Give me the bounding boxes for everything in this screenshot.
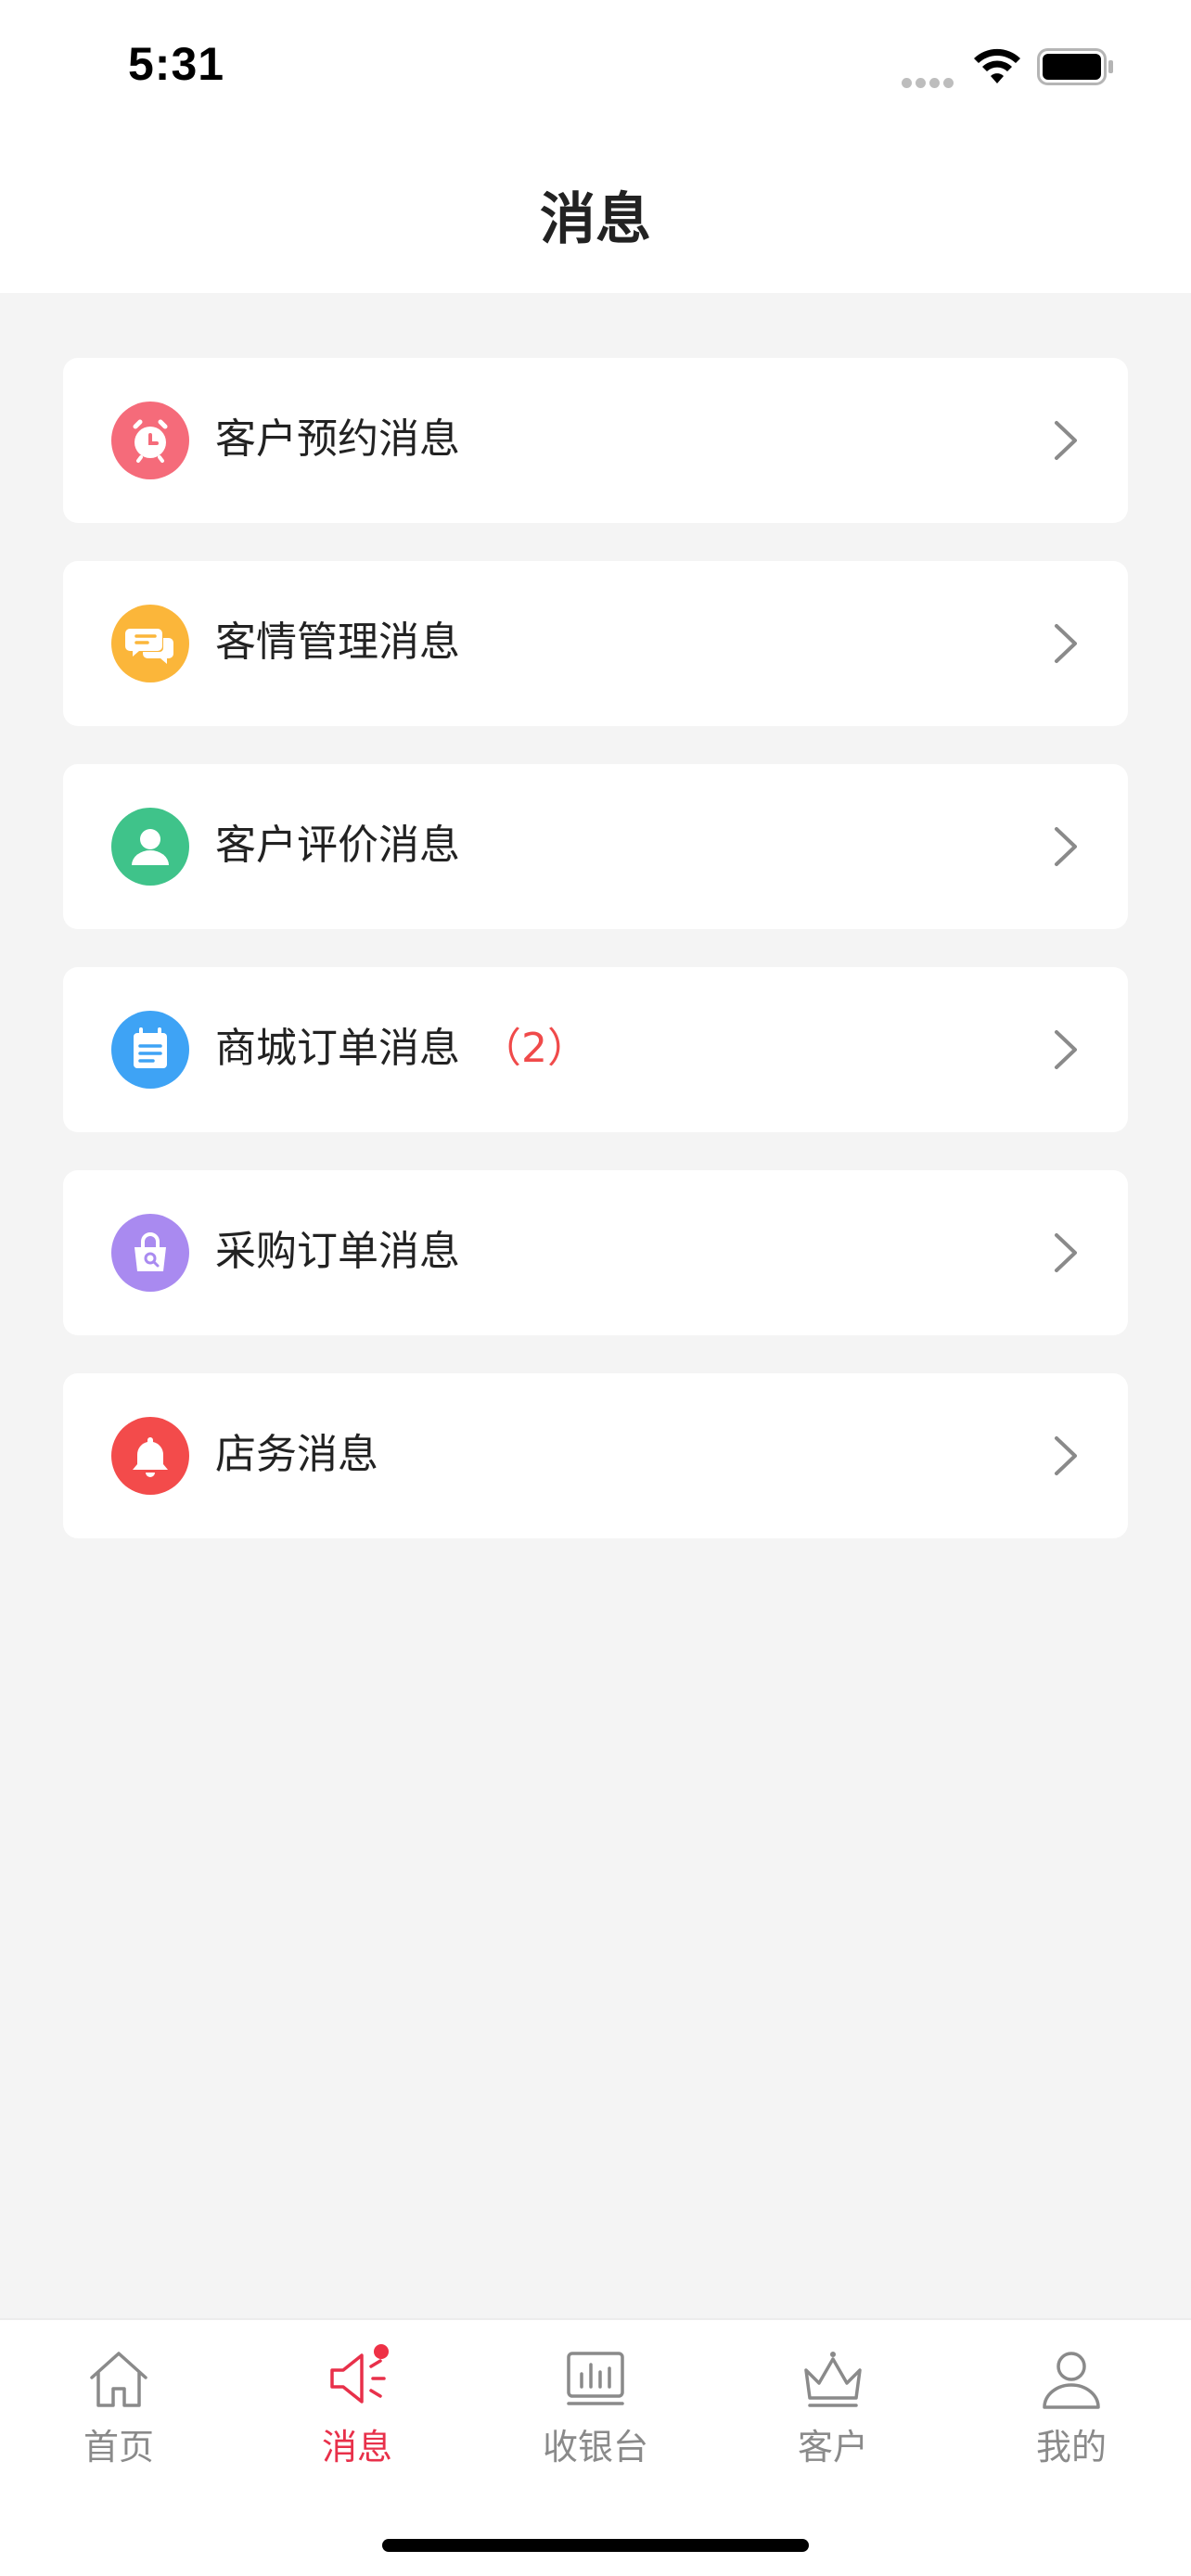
- message-list: 客户预约消息 客情管理消息 客户评价消息 商城订单消息 （2） 采购订单消息 店…: [63, 358, 1128, 1576]
- tab-label: 客户: [797, 2427, 868, 2468]
- tab-label: 首页: [83, 2427, 154, 2468]
- message-item-label: 商城订单消息 （2）: [215, 1025, 588, 1072]
- chevron-right-icon: [1055, 421, 1077, 460]
- bell-icon: [111, 1417, 189, 1495]
- alarm-clock-icon: [111, 402, 189, 479]
- messages-page: 5:31 消息 客户预约消息 客情管理消息 客户评价消息 商城订单消息 （2） …: [0, 0, 1191, 2576]
- page-title: 消息: [540, 187, 651, 252]
- tab-label: 收银台: [542, 2427, 648, 2468]
- chevron-right-icon: [1055, 1233, 1077, 1272]
- tab-label: 消息: [321, 2427, 392, 2468]
- profile-icon: [1043, 2352, 1100, 2409]
- order-notepad-icon: [111, 1011, 189, 1089]
- message-item-appointment[interactable]: 客户预约消息: [63, 358, 1128, 523]
- status-time: 5:31: [128, 38, 225, 90]
- message-item-label: 店务消息: [215, 1431, 378, 1478]
- message-item-store-affairs[interactable]: 店务消息: [63, 1373, 1128, 1538]
- home-indicator: [382, 2539, 809, 2552]
- message-item-client-relations[interactable]: 客情管理消息: [63, 561, 1128, 726]
- wifi-icon: [974, 48, 1020, 83]
- chevron-right-icon: [1055, 1030, 1077, 1069]
- message-item-label: 采购订单消息: [215, 1228, 460, 1275]
- shopping-bag-icon: [111, 1214, 189, 1292]
- notification-dot: [374, 2344, 389, 2359]
- signal-icon: [902, 74, 957, 88]
- chevron-right-icon: [1055, 1436, 1077, 1475]
- user-icon: [111, 808, 189, 886]
- chat-bubbles-icon: [111, 605, 189, 682]
- battery-icon: [1037, 48, 1113, 85]
- tab-profile[interactable]: 我的: [997, 2344, 1146, 2483]
- header: 消息: [0, 139, 1191, 293]
- chevron-right-icon: [1055, 827, 1077, 866]
- tab-customers[interactable]: 客户: [759, 2344, 907, 2483]
- crown-icon: [804, 2352, 862, 2407]
- chevron-right-icon: [1055, 624, 1077, 663]
- tab-home[interactable]: 首页: [45, 2344, 193, 2483]
- message-item-label: 客户评价消息: [215, 822, 460, 869]
- unread-count: （2）: [480, 1025, 588, 1072]
- message-item-label: 客户预约消息: [215, 415, 460, 463]
- tab-bar: 首页 消息 收银台 客户 我的: [0, 2318, 1191, 2576]
- message-item-purchase-orders[interactable]: 采购订单消息: [63, 1170, 1128, 1335]
- status-bar: 5:31: [0, 0, 1191, 139]
- message-item-label: 客情管理消息: [215, 618, 460, 666]
- message-item-mall-orders[interactable]: 商城订单消息 （2）: [63, 967, 1128, 1132]
- tab-cashier[interactable]: 收银台: [521, 2344, 670, 2483]
- home-icon: [90, 2352, 147, 2407]
- message-item-client-reviews[interactable]: 客户评价消息: [63, 764, 1128, 929]
- tab-label: 我的: [1035, 2427, 1107, 2468]
- tab-messages[interactable]: 消息: [283, 2344, 431, 2483]
- cash-register-icon: [567, 2352, 624, 2405]
